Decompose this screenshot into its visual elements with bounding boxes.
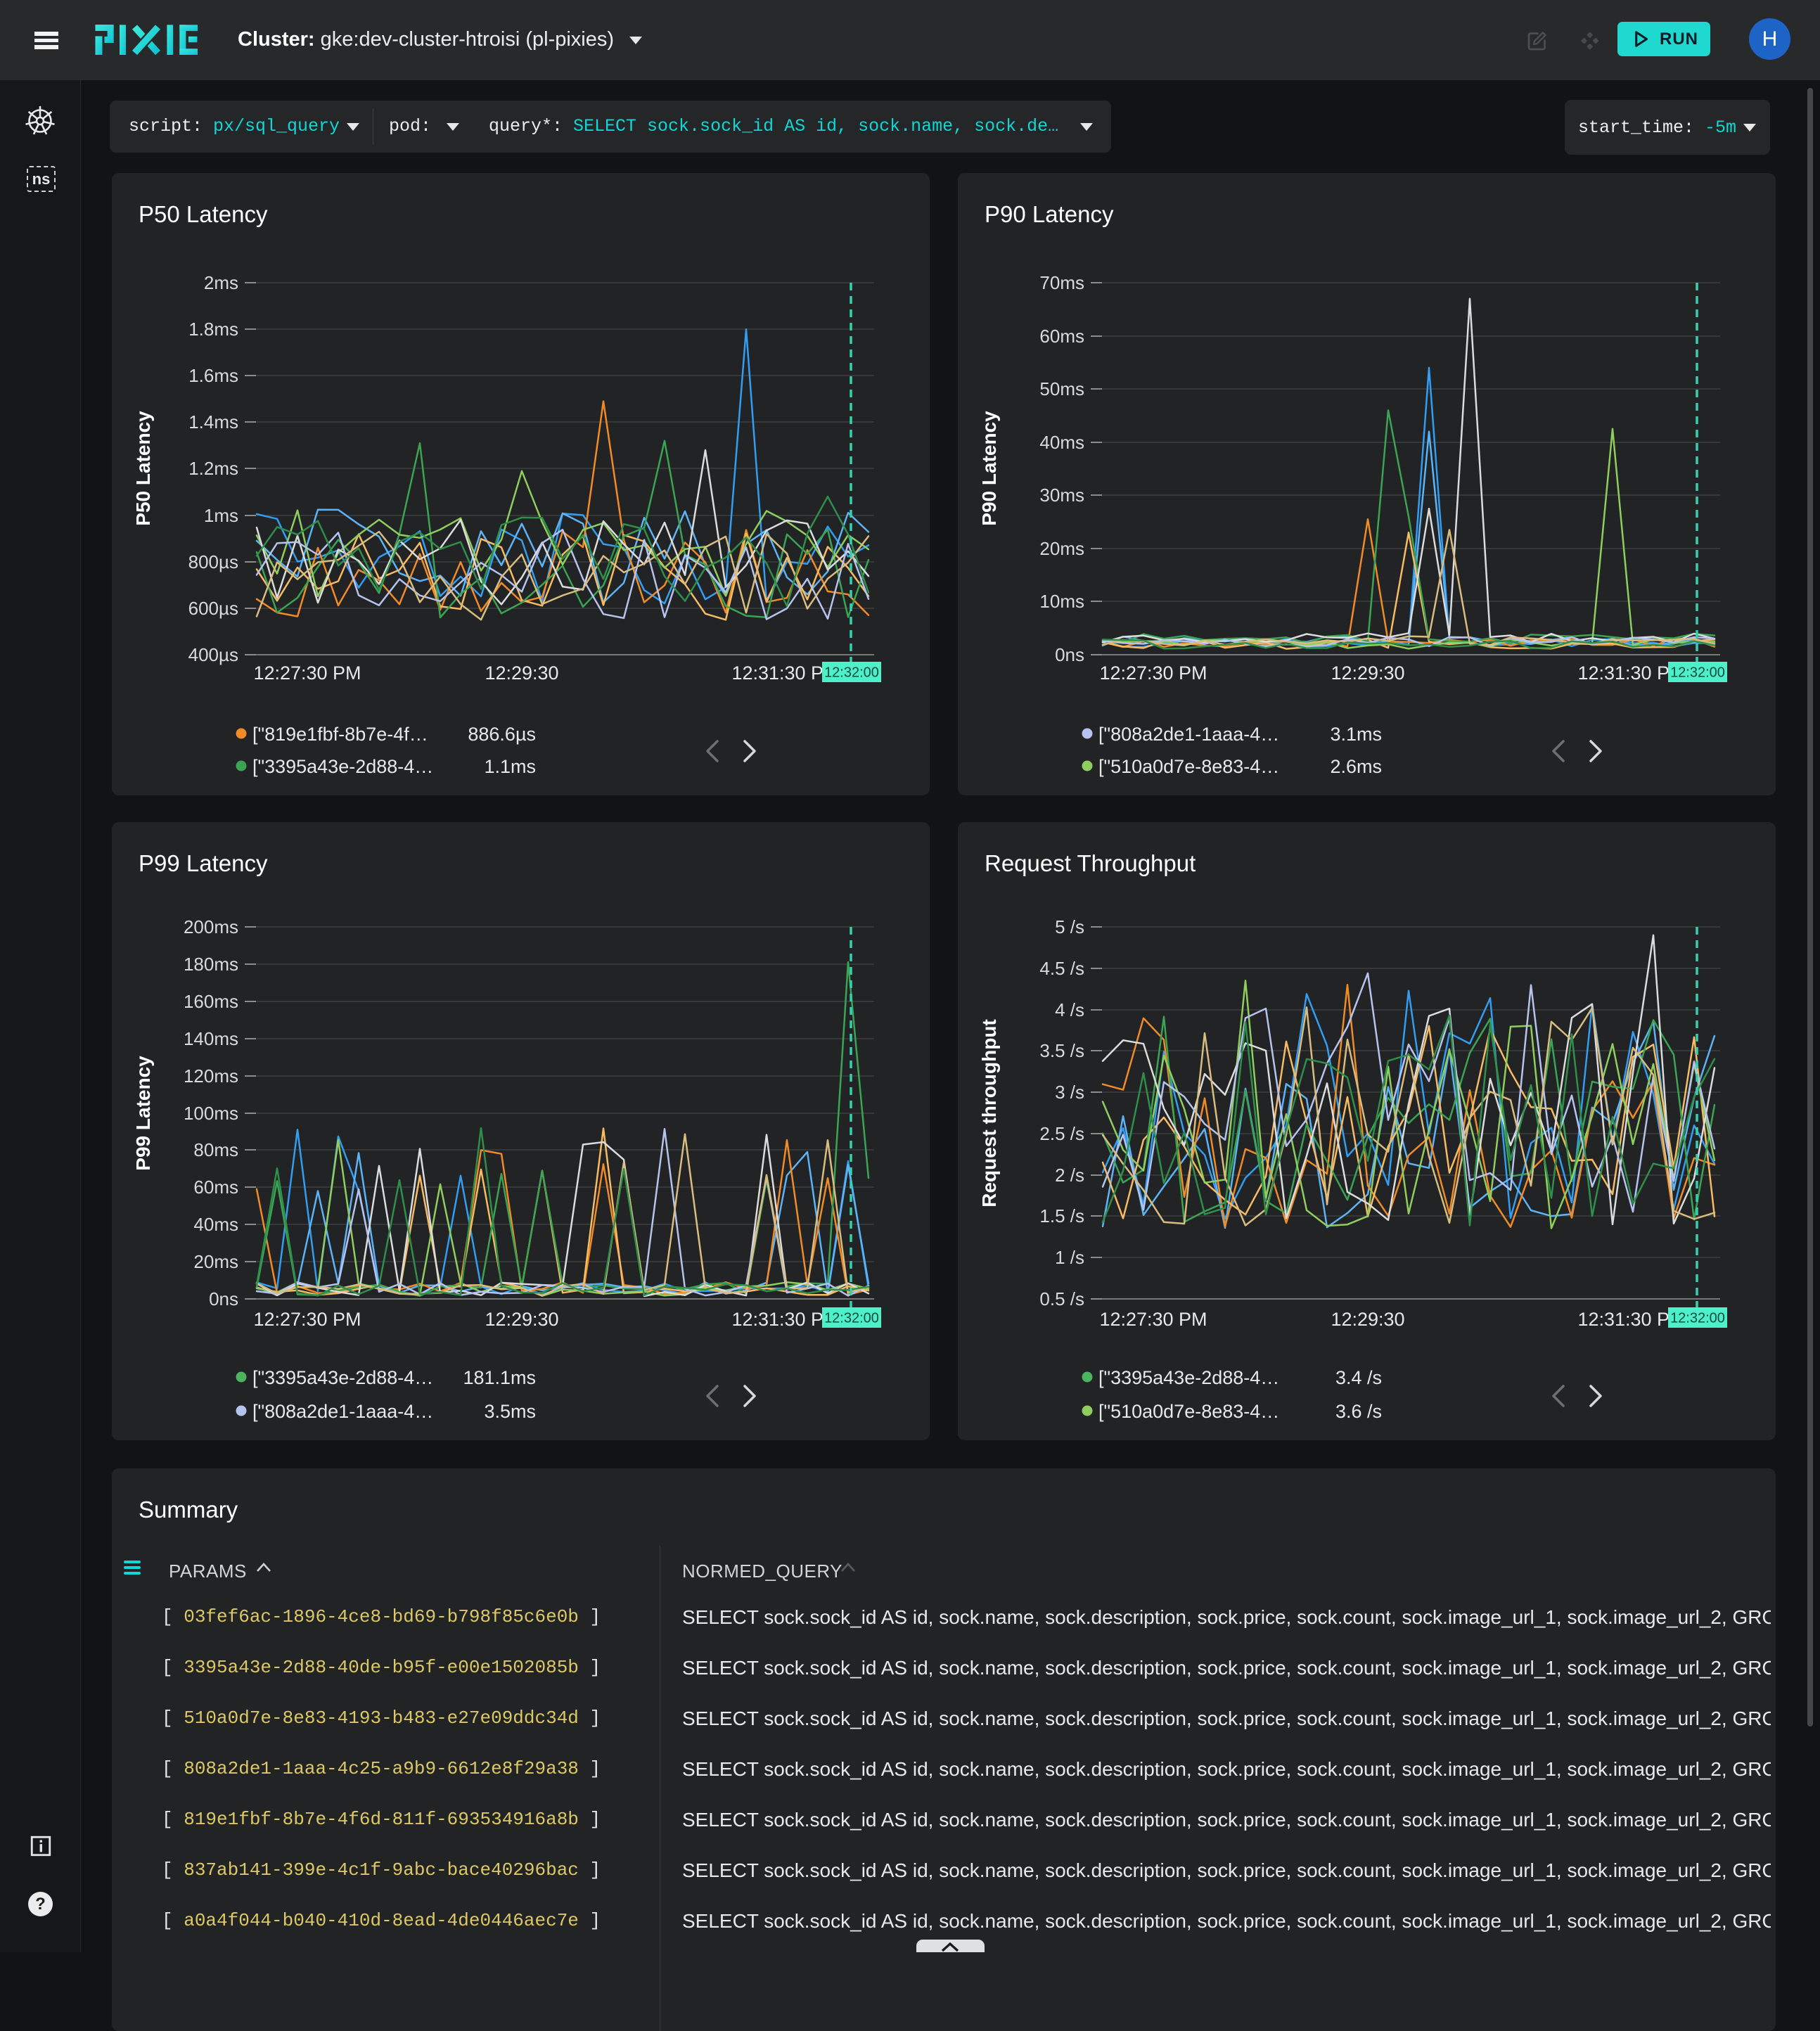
- svg-text:["3395a43e-2d88-4…: ["3395a43e-2d88-4…: [252, 1367, 433, 1388]
- svg-text:20ms: 20ms: [193, 1251, 238, 1272]
- svg-text:1ms: 1ms: [204, 505, 238, 526]
- svg-text:100ms: 100ms: [184, 1103, 238, 1124]
- svg-text:["3395a43e-2d88-4…: ["3395a43e-2d88-4…: [252, 756, 433, 777]
- svg-text:40ms: 40ms: [1039, 432, 1084, 453]
- svg-text:1.2ms: 1.2ms: [188, 458, 238, 479]
- svg-text:0ns: 0ns: [1055, 644, 1084, 665]
- svg-text:3.4 /s: 3.4 /s: [1335, 1367, 1382, 1388]
- svg-text:["819e1fbf-8b7e-4f…: ["819e1fbf-8b7e-4f…: [252, 724, 428, 745]
- svg-text:12:27:30 PM: 12:27:30 PM: [253, 1309, 361, 1330]
- svg-text:1.1ms: 1.1ms: [484, 756, 536, 777]
- svg-text:12:27:30 PM: 12:27:30 PM: [1099, 662, 1207, 684]
- svg-text:60ms: 60ms: [1039, 326, 1084, 347]
- svg-text:400µs: 400µs: [188, 644, 238, 665]
- svg-text:12:32:00: 12:32:00: [824, 665, 879, 681]
- svg-text:["3395a43e-2d88-4…: ["3395a43e-2d88-4…: [1098, 1367, 1279, 1388]
- svg-text:60ms: 60ms: [193, 1177, 238, 1198]
- svg-text:12:29:30: 12:29:30: [1331, 662, 1404, 684]
- svg-text:["510a0d7e-8e83-4…: ["510a0d7e-8e83-4…: [1098, 1401, 1279, 1422]
- svg-text:["808a2de1-1aaa-4…: ["808a2de1-1aaa-4…: [252, 1401, 433, 1422]
- svg-text:P99 Latency: P99 Latency: [132, 1056, 154, 1171]
- svg-text:886.6µs: 886.6µs: [468, 724, 536, 745]
- svg-text:3.1ms: 3.1ms: [1330, 724, 1382, 745]
- svg-text:3.5 /s: 3.5 /s: [1039, 1040, 1084, 1061]
- svg-text:80ms: 80ms: [193, 1139, 238, 1160]
- svg-text:1.4ms: 1.4ms: [188, 411, 238, 433]
- svg-text:200ms: 200ms: [184, 916, 238, 937]
- svg-text:180ms: 180ms: [184, 954, 238, 975]
- svg-text:Request throughput: Request throughput: [978, 1019, 1000, 1207]
- svg-text:2.5 /s: 2.5 /s: [1039, 1123, 1084, 1144]
- svg-text:70ms: 70ms: [1039, 272, 1084, 293]
- svg-text:160ms: 160ms: [184, 991, 238, 1012]
- svg-text:12:32:00: 12:32:00: [824, 1311, 879, 1326]
- svg-text:0.5 /s: 0.5 /s: [1039, 1288, 1084, 1309]
- svg-text:20ms: 20ms: [1039, 538, 1084, 559]
- svg-text:10ms: 10ms: [1039, 591, 1084, 612]
- svg-text:800µs: 800µs: [188, 551, 238, 572]
- svg-text:1 /s: 1 /s: [1055, 1247, 1084, 1268]
- svg-text:1.5 /s: 1.5 /s: [1039, 1205, 1084, 1226]
- svg-text:12:27:30 PM: 12:27:30 PM: [1099, 1309, 1207, 1330]
- svg-text:181.1ms: 181.1ms: [463, 1367, 536, 1388]
- svg-text:P50 Latency: P50 Latency: [132, 411, 154, 526]
- svg-text:4 /s: 4 /s: [1055, 999, 1084, 1020]
- svg-text:5 /s: 5 /s: [1055, 916, 1084, 937]
- svg-text:1.6ms: 1.6ms: [188, 365, 238, 386]
- svg-text:0ns: 0ns: [209, 1288, 238, 1309]
- svg-text:40ms: 40ms: [193, 1214, 238, 1235]
- svg-text:50ms: 50ms: [1039, 378, 1084, 399]
- svg-text:2 /s: 2 /s: [1055, 1165, 1084, 1186]
- svg-text:4.5 /s: 4.5 /s: [1039, 958, 1084, 979]
- svg-text:1.8ms: 1.8ms: [188, 319, 238, 340]
- svg-text:12:29:30: 12:29:30: [485, 662, 558, 684]
- svg-text:P90 Latency: P90 Latency: [978, 411, 1000, 526]
- svg-text:30ms: 30ms: [1039, 485, 1084, 506]
- svg-text:2ms: 2ms: [204, 272, 238, 293]
- svg-text:3.6 /s: 3.6 /s: [1335, 1401, 1382, 1422]
- svg-text:12:27:30 PM: 12:27:30 PM: [253, 662, 361, 684]
- svg-text:2.6ms: 2.6ms: [1330, 756, 1382, 777]
- svg-text:140ms: 140ms: [184, 1028, 238, 1049]
- svg-text:600µs: 600µs: [188, 598, 238, 619]
- svg-text:["510a0d7e-8e83-4…: ["510a0d7e-8e83-4…: [1098, 756, 1279, 777]
- svg-text:12:29:30: 12:29:30: [1331, 1309, 1404, 1330]
- svg-text:["808a2de1-1aaa-4…: ["808a2de1-1aaa-4…: [1098, 724, 1279, 745]
- svg-text:12:32:00: 12:32:00: [1670, 1311, 1725, 1326]
- svg-text:3 /s: 3 /s: [1055, 1082, 1084, 1103]
- svg-text:12:29:30: 12:29:30: [485, 1309, 558, 1330]
- svg-text:120ms: 120ms: [184, 1065, 238, 1087]
- svg-text:12:32:00: 12:32:00: [1670, 665, 1725, 681]
- svg-text:3.5ms: 3.5ms: [484, 1401, 536, 1422]
